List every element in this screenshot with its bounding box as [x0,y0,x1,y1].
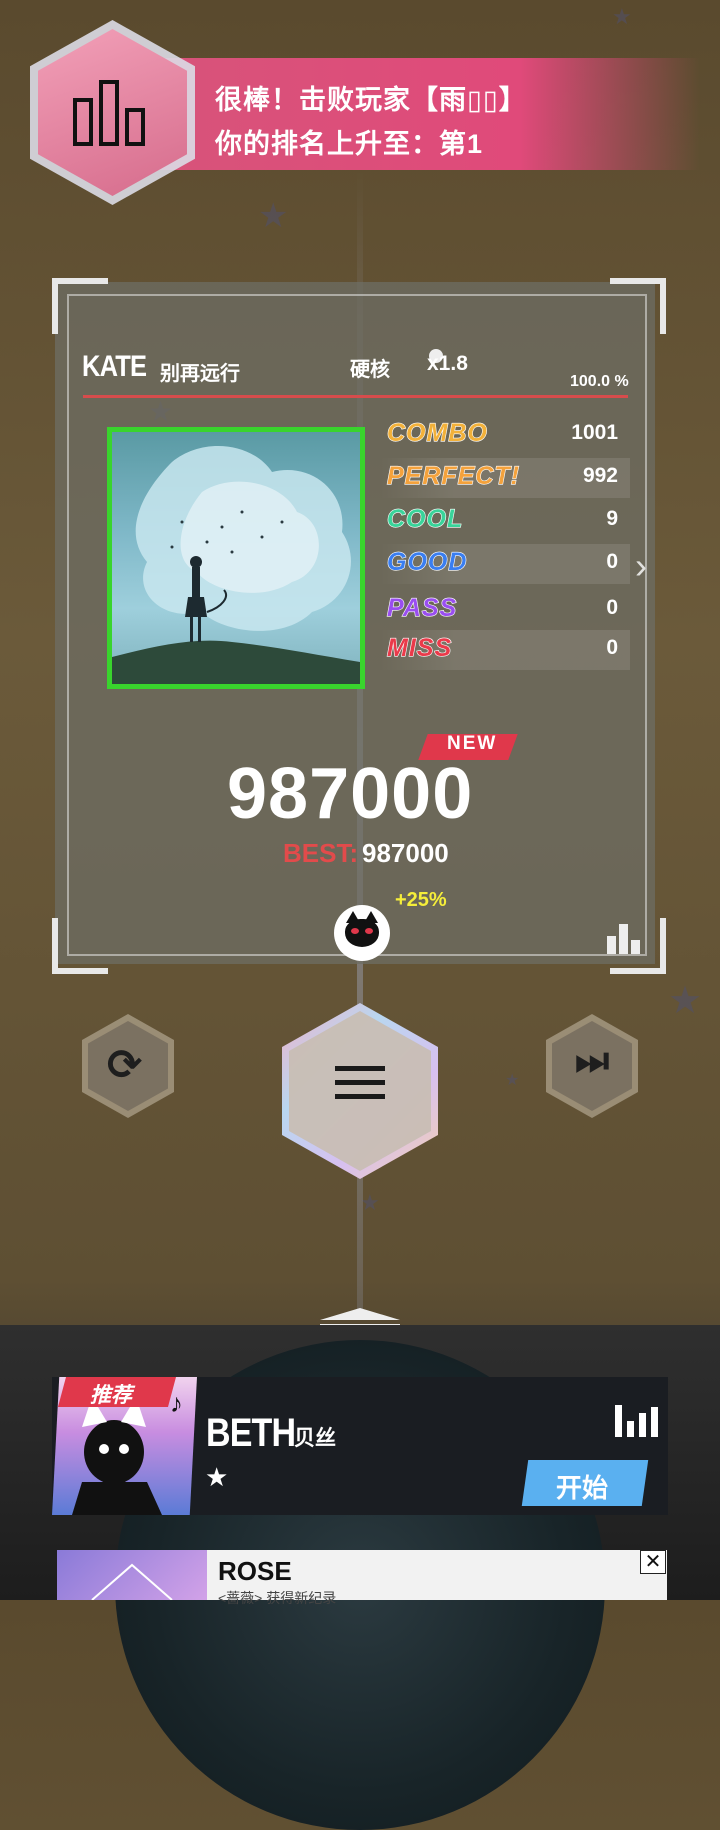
song-star-rating: ★ [205,1462,229,1492]
new-record-label: NEW [447,733,498,754]
song-stats-icon[interactable] [615,1405,658,1437]
judgement-row-combo: COMBO 1001 [380,415,630,455]
difficulty-label: 硬核 [350,359,390,381]
close-icon[interactable]: ✕ [640,1550,666,1574]
recommended-tag-label: 推荐 [90,1384,132,1407]
background-star-icon: ★ [668,980,703,1022]
start-button-label: 开始 [556,1473,609,1503]
accuracy-percent: 100.0 % [570,373,629,390]
judgement-value: 0 [606,596,618,619]
song-cover-art [107,427,365,689]
judgement-value: 0 [606,636,618,659]
judgement-label: MISS [386,633,453,662]
judgement-row-miss: MISS 0 [380,630,630,670]
song-title: 别再远行 [160,363,240,385]
next-song-subtitle: <蔷薇> 获得新纪录 [218,1590,337,1606]
cat-mascot-icon [334,905,390,961]
background-star-icon: ★ [612,4,632,29]
final-score: 987000 [227,754,474,834]
judgement-value: 0 [606,550,618,573]
skip-next-icon: ⏭ [575,1040,610,1082]
stats-chart-icon[interactable] [607,924,640,954]
judgement-label: COOL [386,504,464,533]
best-score-label: BEST: [283,838,359,868]
recommended-song-subtitle: 贝丝 [294,1427,336,1450]
notification-line-2: 你的排名上升至：第1 [215,129,484,159]
judgement-row-cool: COOL 9 [380,501,630,541]
svg-text:♪: ♪ [170,1388,183,1418]
panel-corner [610,278,666,334]
bonus-percent: +25% [395,889,447,911]
judgement-value: 9 [606,507,618,530]
judgement-row-perfect: PERFECT! 992 [380,458,630,498]
judgement-label: PASS [386,593,458,622]
next-song-art [57,1550,207,1601]
background-star-icon: ★ [505,1072,520,1089]
retry-icon: ⟳ [107,1041,143,1088]
menu-icon [335,1066,385,1108]
chevron-right-icon[interactable]: › [635,545,647,587]
background-star-icon: ★ [258,197,289,235]
speed-multiplier: x1.8 [427,352,468,375]
next-song-name: ROSE [218,1556,292,1586]
judgement-row-good: GOOD 0 [380,544,630,584]
judgement-row-pass: PASS 0 [380,590,630,630]
song-artist: KATE [82,350,147,383]
notification-line-1: 很棒！击败玩家【雨▯▯】 [215,85,527,115]
recommended-song-name: BETH [206,1411,296,1455]
panel-corner [52,918,108,974]
judgement-label: COMBO [386,418,488,447]
leaderboard-icon [73,80,145,146]
header-divider [83,395,628,398]
best-score-value: 987000 [362,838,449,868]
judgement-value: 992 [582,464,618,487]
judgement-label: PERFECT! [386,461,520,490]
panel-corner [52,278,108,334]
judgement-label: GOOD [386,547,468,576]
judgement-value: 1001 [571,421,618,444]
